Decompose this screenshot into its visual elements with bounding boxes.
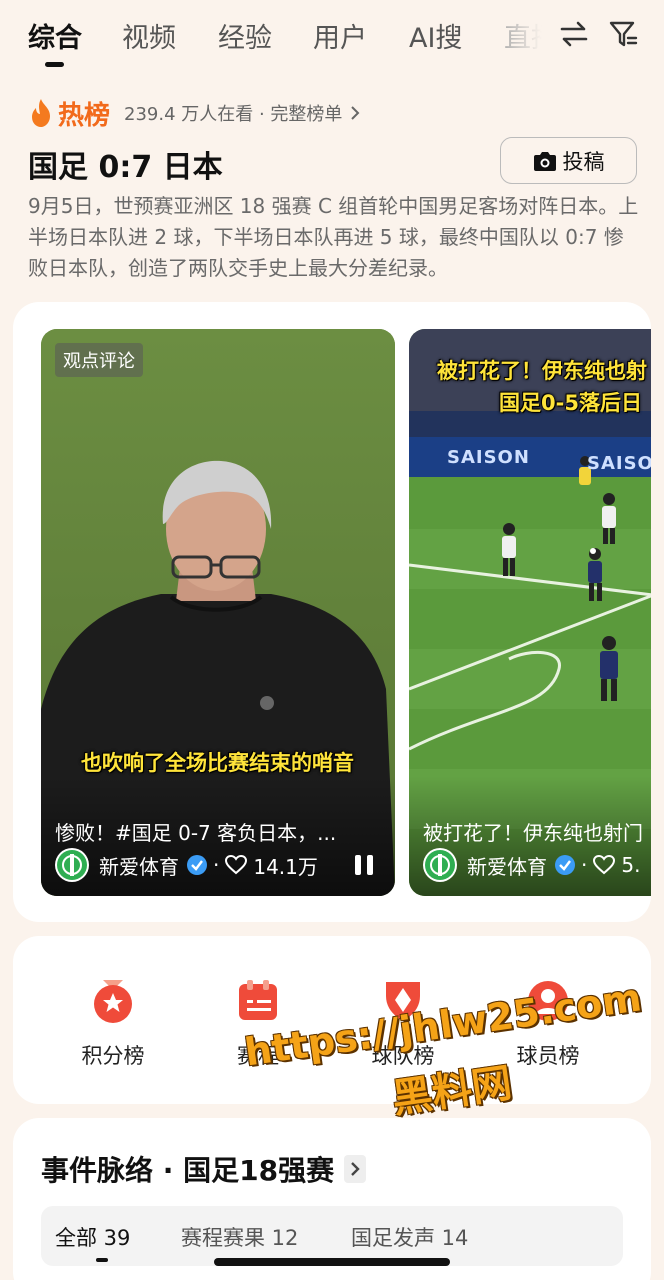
rank-player-table[interactable]: 球员榜 bbox=[478, 978, 618, 1070]
rank-label: 赛程 bbox=[237, 1044, 279, 1068]
video-carousel: 观点评论 也吹响了全场比赛结束的哨音 惨败！#国足 0-7 客负日本，... 新… bbox=[13, 302, 651, 922]
tab-experience[interactable]: 经验 bbox=[218, 16, 272, 55]
hot-list-viewers: 239.4 万人在看 · 完整榜单 bbox=[124, 104, 343, 125]
separator-dot: · bbox=[581, 853, 588, 877]
video-title: 惨败！#国足 0-7 客负日本，... bbox=[55, 821, 337, 845]
top-tab-bar: 综合 视频 经验 用户 AI搜 直播 bbox=[0, 0, 664, 78]
chevron-right-icon bbox=[351, 106, 360, 120]
video-card-2[interactable]: 被打花了！伊东纯也射 国足0-5落后日 SAISON SAISON 被打花了！伊… bbox=[409, 329, 651, 896]
timeline-header[interactable]: 事件脉络 · 国足18强赛 bbox=[41, 1149, 367, 1189]
video-title: 被打花了！伊东纯也射门 bbox=[423, 821, 643, 845]
home-indicator[interactable] bbox=[214, 1258, 450, 1266]
verified-icon bbox=[187, 855, 207, 875]
filter-all[interactable]: 全部 39 bbox=[55, 1222, 130, 1252]
like-count: 5. bbox=[621, 853, 641, 877]
topic-description: 9月5日，世预赛亚洲区 18 强赛 C 组首轮中国男足客场对阵日本。上半场日本队… bbox=[28, 194, 639, 280]
author-name[interactable]: 新爱体育 bbox=[467, 851, 547, 880]
post-button-label: 投稿 bbox=[562, 149, 605, 174]
video-card-1[interactable]: 观点评论 也吹响了全场比赛结束的哨音 惨败！#国足 0-7 客负日本，... 新… bbox=[41, 329, 395, 896]
filter-schedule-results[interactable]: 赛程赛果 12 bbox=[181, 1222, 298, 1252]
timeline-title: 事件脉络 · 国足18强赛 bbox=[41, 1154, 335, 1187]
flame-icon bbox=[32, 99, 50, 127]
rank-label: 球队榜 bbox=[371, 1044, 435, 1068]
like-count: 14.1万 bbox=[253, 854, 318, 879]
author-name[interactable]: 新爱体育 bbox=[99, 851, 179, 880]
video-overlay-line1: 被打花了！伊东纯也射 bbox=[437, 359, 647, 383]
xinai-logo-icon bbox=[57, 850, 87, 880]
author-avatar[interactable] bbox=[55, 848, 89, 882]
chevron-right-icon bbox=[344, 1155, 367, 1183]
rank-entry-card: 积分榜 赛程 球队榜 球员榜 bbox=[13, 936, 651, 1104]
camera-icon bbox=[533, 151, 556, 171]
verified-icon bbox=[555, 855, 575, 875]
video-subtitle: 也吹响了全场比赛结束的哨音 bbox=[81, 751, 354, 775]
player-icon bbox=[528, 981, 568, 1021]
active-filter-indicator bbox=[96, 1258, 108, 1262]
tab-comprehensive[interactable]: 综合 bbox=[28, 16, 82, 55]
xinai-logo-icon bbox=[425, 850, 455, 880]
video-meta: 新爱体育 · 14.1万 bbox=[55, 847, 318, 883]
heart-icon[interactable] bbox=[593, 855, 616, 875]
schedule-icon bbox=[239, 980, 277, 1020]
tab-video[interactable]: 视频 bbox=[122, 16, 176, 55]
rank-label: 积分榜 bbox=[81, 1044, 145, 1068]
topic-title: 国足 0:7 日本 bbox=[28, 150, 223, 185]
switch-arrows-icon[interactable] bbox=[558, 18, 590, 50]
tab-fade bbox=[500, 10, 560, 60]
active-tab-indicator bbox=[45, 62, 64, 67]
board-text-2: SAISON bbox=[587, 453, 651, 474]
separator-dot: · bbox=[213, 853, 220, 877]
team-badge-icon bbox=[386, 982, 420, 1021]
hot-list-label: 热榜 bbox=[58, 100, 111, 131]
filter-team-statements[interactable]: 国足发声 14 bbox=[351, 1222, 468, 1252]
rank-schedule[interactable]: 赛程 bbox=[188, 978, 328, 1070]
post-button[interactable]: 投稿 bbox=[500, 137, 637, 184]
rank-team-table[interactable]: 球队榜 bbox=[333, 978, 473, 1070]
author-avatar[interactable] bbox=[423, 848, 457, 882]
pause-icon[interactable] bbox=[353, 853, 375, 877]
video-overlay-line2: 国足0-5落后日 bbox=[499, 391, 642, 415]
tab-ai-search[interactable]: AI搜 bbox=[409, 16, 462, 55]
filter-icon[interactable] bbox=[607, 18, 639, 50]
hot-list-header[interactable]: 热榜 239.4 万人在看 · 完整榜单 bbox=[28, 96, 360, 131]
video-tag: 观点评论 bbox=[55, 343, 143, 377]
heart-icon[interactable] bbox=[225, 855, 248, 875]
timeline-card: 事件脉络 · 国足18强赛 全部 39 赛程赛果 12 国足发声 14 bbox=[13, 1118, 651, 1280]
rank-label: 球员榜 bbox=[516, 1044, 580, 1068]
rank-points-table[interactable]: 积分榜 bbox=[43, 978, 183, 1070]
video-meta: 新爱体育 · 5. bbox=[423, 847, 640, 883]
medal-star-icon bbox=[94, 980, 132, 1023]
tab-users[interactable]: 用户 bbox=[313, 16, 367, 55]
board-text-1: SAISON bbox=[447, 447, 530, 468]
timeline-filter-bar: 全部 39 赛程赛果 12 国足发声 14 bbox=[41, 1206, 623, 1266]
